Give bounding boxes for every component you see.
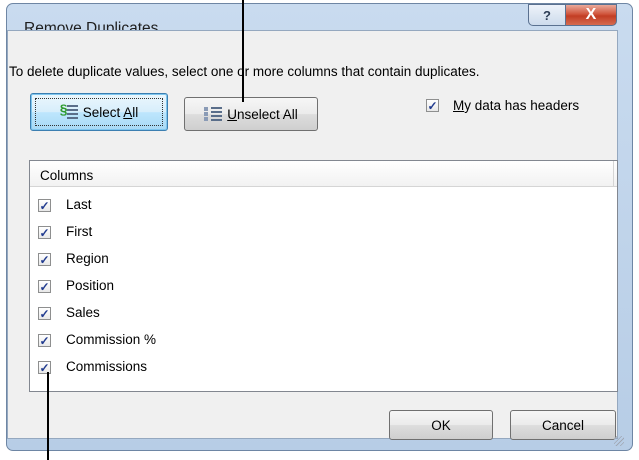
callout-line-bottom (47, 372, 49, 460)
column-label: First (66, 224, 93, 239)
help-button[interactable]: ? (528, 4, 566, 26)
headers-checkbox[interactable]: ✓ (426, 99, 439, 112)
column-checkbox[interactable]: ✓ (38, 199, 51, 212)
select-all-icon: § (60, 101, 78, 121)
column-checkbox[interactable]: ✓ (38, 280, 51, 293)
focus-rectangle (35, 98, 163, 126)
ok-button[interactable]: OK (389, 410, 493, 440)
column-checkbox[interactable]: ✓ (38, 226, 51, 239)
column-label: Position (66, 278, 115, 293)
cancel-button[interactable]: Cancel (510, 410, 616, 440)
headers-checkbox-label: My data has headers (453, 98, 580, 113)
select-all-button[interactable]: § Select All (30, 93, 168, 131)
unselect-all-button[interactable]: Unselect All (184, 97, 318, 131)
column-label: Commission % (66, 332, 157, 347)
column-label: Region (66, 251, 109, 266)
close-button[interactable]: X (565, 4, 617, 26)
columns-listbox[interactable]: Columns ✓ Last ✓ First ✓ Region ✓ Positi… (29, 160, 618, 392)
column-label: Sales (66, 305, 100, 320)
column-checkbox[interactable]: ✓ (38, 334, 51, 347)
close-icon: X (585, 6, 597, 23)
ok-label: OK (431, 417, 451, 433)
instruction-text: To delete duplicate values, select one o… (9, 64, 480, 79)
resize-grip[interactable] (614, 436, 624, 446)
column-label: Commissions (66, 359, 148, 374)
columns-header-label: Columns (40, 168, 94, 183)
cancel-label: Cancel (541, 417, 585, 433)
column-label: Last (66, 197, 92, 212)
callout-line-top (242, 0, 244, 102)
columns-header: Columns (30, 161, 617, 187)
unselect-all-icon (204, 105, 223, 123)
unselect-all-label: Unselect All (227, 106, 298, 122)
help-icon: ? (543, 7, 551, 23)
column-checkbox[interactable]: ✓ (38, 253, 51, 266)
column-checkbox[interactable]: ✓ (38, 361, 51, 374)
header-divider (613, 161, 614, 187)
column-checkbox[interactable]: ✓ (38, 307, 51, 320)
